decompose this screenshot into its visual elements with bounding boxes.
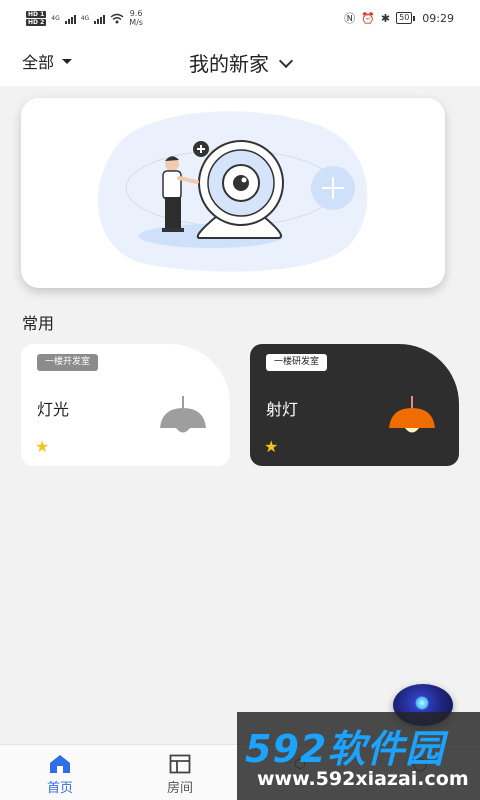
watermark-brand: 592软件园	[245, 727, 445, 771]
device-name: 灯光	[37, 400, 70, 419]
lamp-icon	[160, 396, 206, 433]
device-card[interactable]: 一楼研发室 射灯 ★	[250, 344, 459, 466]
status-right: Ⓝ ⏰ ✱ 50 09:29	[344, 10, 454, 26]
banner-card[interactable]	[21, 98, 445, 288]
lamp-icon	[389, 396, 435, 433]
watermark-url: www.592xiazai.com	[257, 768, 469, 790]
net-speed-value: 9.6	[129, 9, 143, 18]
status-bar: HD 1 HD 2 4G 4G 9.6 M/s Ⓝ ⏰ ✱ 50 09:29	[0, 0, 480, 36]
room-badge: 一楼研发室	[266, 354, 328, 371]
room-layout-icon	[169, 754, 191, 774]
camera-illustration	[98, 111, 368, 272]
tab-label: 房间	[166, 781, 193, 796]
nfc-icon: Ⓝ	[344, 12, 356, 25]
device-name: 射灯	[266, 400, 299, 419]
tab-rooms[interactable]: 房间	[150, 753, 210, 796]
bluetooth-icon: ✱	[380, 11, 391, 25]
net2-label: 4G	[80, 14, 90, 22]
net-speed: 9.6 M/s	[129, 9, 143, 27]
device-card[interactable]: 一楼开发室 灯光 ★	[21, 344, 230, 466]
section-title: 常用	[22, 314, 55, 333]
tab-home[interactable]: 首页	[30, 753, 90, 796]
sim1-label: HD 1	[26, 10, 47, 18]
header: 全部 我的新家	[0, 36, 480, 86]
watermark: 592软件园 www.592xiazai.com	[237, 712, 480, 800]
status-left: HD 1 HD 2 4G 4G 9.6 M/s	[26, 9, 143, 27]
chevron-down-icon	[278, 53, 294, 69]
wifi-icon	[110, 13, 124, 23]
home-icon	[50, 755, 70, 773]
net-speed-unit: M/s	[129, 18, 143, 27]
clock: 09:29	[422, 11, 454, 25]
room-badge: 一楼开发室	[37, 354, 99, 371]
signal-icon	[64, 13, 76, 24]
net1-label: 4G	[51, 14, 60, 22]
battery-icon: 50	[396, 12, 416, 24]
home-name: 我的新家	[189, 52, 269, 76]
sim2-label: HD 2	[26, 18, 47, 26]
signal-icon-2	[94, 13, 106, 24]
assistant-orb-icon	[415, 696, 429, 710]
sim-indicators: HD 1 HD 2	[26, 10, 47, 26]
home-selector[interactable]: 我的新家	[0, 48, 480, 77]
tab-label: 首页	[46, 781, 73, 796]
star-icon[interactable]: ★	[264, 438, 278, 456]
star-icon[interactable]: ★	[35, 438, 49, 456]
alarm-icon: ⏰	[361, 11, 375, 25]
